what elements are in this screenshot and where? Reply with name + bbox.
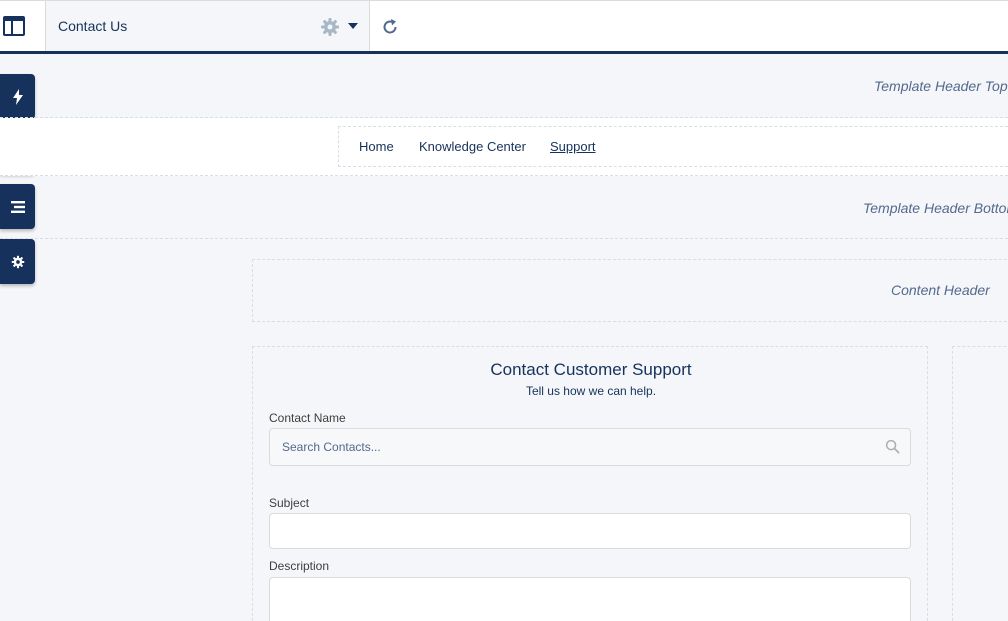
gear-icon xyxy=(11,255,24,268)
search-icon xyxy=(885,439,900,454)
refresh-icon[interactable] xyxy=(380,17,400,37)
navigation-region: Home Knowledge Center Support xyxy=(0,118,1008,176)
chevron-down-icon[interactable] xyxy=(348,23,358,29)
navigation-menu[interactable]: Home Knowledge Center Support xyxy=(338,126,1008,167)
settings-button[interactable] xyxy=(0,239,35,284)
description-label: Description xyxy=(269,559,330,573)
gear-icon[interactable] xyxy=(320,17,340,37)
contact-support-form: Contact Customer Support Tell us how we … xyxy=(252,346,928,621)
nav-item-home[interactable]: Home xyxy=(359,139,394,154)
template-header-bottom[interactable]: Template Header Bottom xyxy=(0,176,1008,239)
nav-item-knowledge-center[interactable]: Knowledge Center xyxy=(419,139,526,154)
page-selector[interactable]: Contact Us xyxy=(46,1,370,51)
form-title: Contact Customer Support xyxy=(490,360,692,379)
layout-button[interactable] xyxy=(0,1,46,51)
builder-toolbar: Contact Us xyxy=(0,0,1008,54)
content-header-label: Content Header xyxy=(891,282,990,298)
nav-item-support[interactable]: Support xyxy=(550,139,596,154)
contact-name-lookup xyxy=(269,428,911,466)
subject-input[interactable] xyxy=(270,514,910,548)
template-header-bottom-label: Template Header Bottom xyxy=(863,200,1008,216)
contact-name-label: Contact Name xyxy=(269,411,346,425)
template-header-top[interactable]: Template Header Top xyxy=(0,54,1008,118)
form-subtitle: Tell us how we can help. xyxy=(525,384,657,398)
description-field[interactable] xyxy=(269,577,911,621)
sidebar-region[interactable] xyxy=(952,346,1008,621)
contact-search-input[interactable] xyxy=(270,429,910,465)
subject-label: Subject xyxy=(269,496,310,510)
subject-field xyxy=(269,513,911,549)
page-title: Contact Us xyxy=(58,18,128,34)
content-header-region[interactable]: Content Header xyxy=(252,259,1008,322)
template-header-top-label: Template Header Top xyxy=(874,78,1008,94)
layout-icon xyxy=(3,16,25,36)
